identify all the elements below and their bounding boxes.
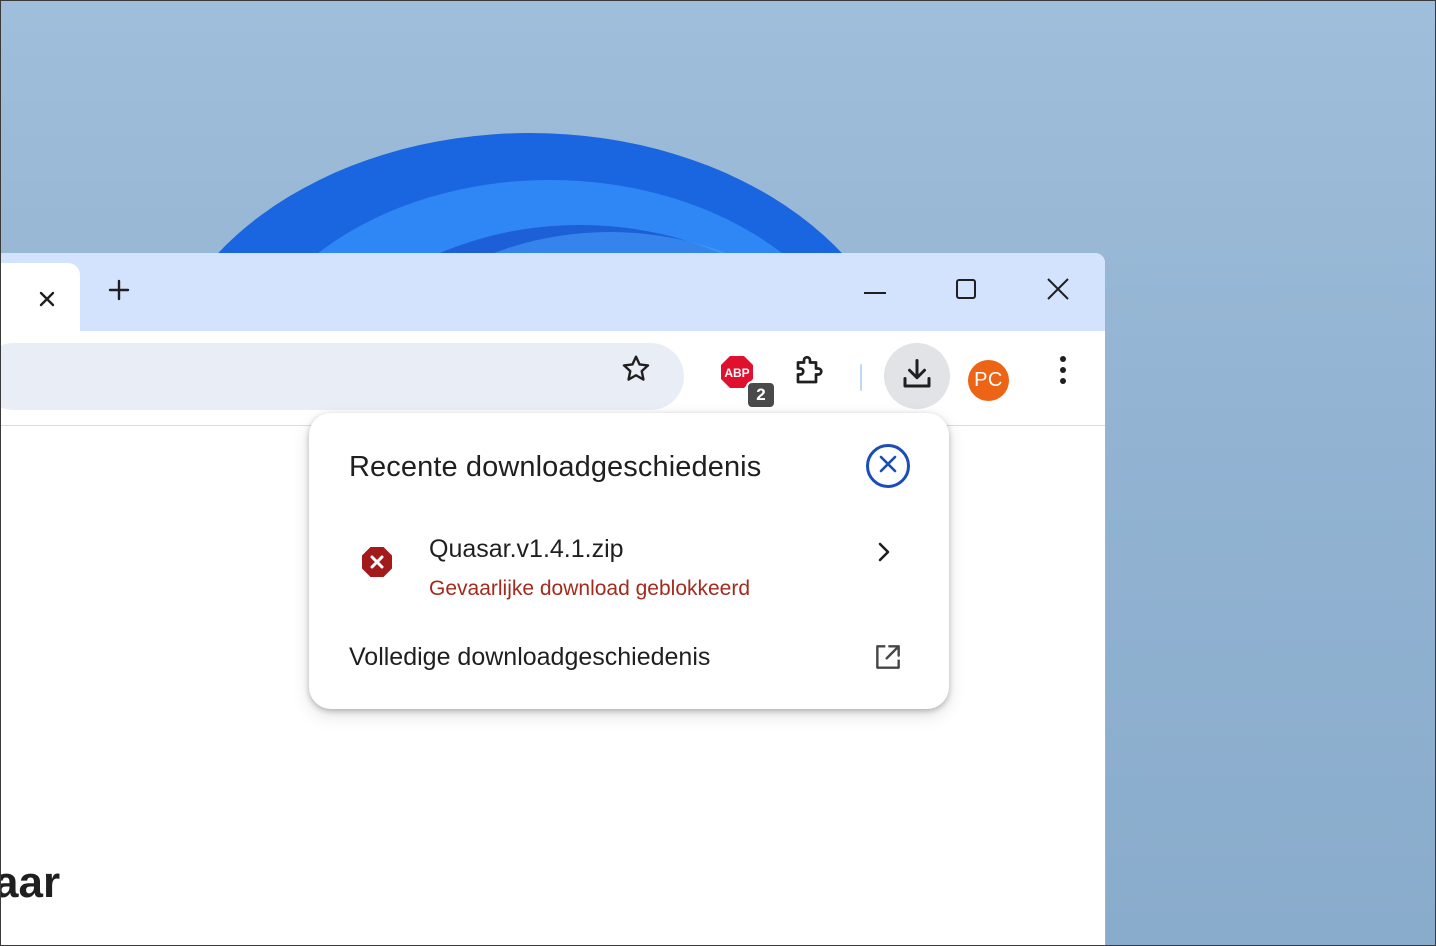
address-bar[interactable]	[0, 343, 684, 410]
window-close-button[interactable]	[1035, 275, 1081, 307]
toolbar: ABP 2 PC	[0, 331, 1105, 426]
download-icon	[899, 356, 935, 397]
adblock-button[interactable]: ABP 2	[710, 345, 776, 409]
more-vert-icon	[1059, 355, 1067, 390]
popup-title: Recente downloadgeschiedenis	[349, 451, 762, 483]
full-history-link[interactable]: Volledige downloadgeschiedenis	[309, 635, 949, 685]
chevron-right-icon[interactable]	[869, 537, 899, 567]
full-history-label: Volledige downloadgeschiedenis	[349, 643, 711, 671]
plus-icon	[108, 279, 130, 306]
maximize-icon	[955, 278, 977, 305]
download-item[interactable]: Quasar.v1.4.1.zip Gevaarlijke download g…	[309, 521, 949, 621]
close-icon[interactable]	[33, 285, 61, 313]
star-icon	[620, 353, 652, 390]
maximize-button[interactable]	[943, 275, 989, 307]
popup-close-button[interactable]	[866, 444, 910, 488]
blocked-download-icon	[361, 546, 393, 578]
new-tab-button[interactable]	[102, 275, 136, 309]
open-in-new-icon	[871, 640, 905, 674]
minimize-button[interactable]	[852, 275, 898, 307]
close-icon	[1046, 277, 1070, 306]
svg-text:ABP: ABP	[724, 366, 749, 380]
download-status: Gevaarlijke download geblokkeerd	[429, 577, 751, 600]
toolbar-separator	[860, 364, 862, 391]
tab-active[interactable]	[0, 263, 80, 331]
minimize-icon	[863, 282, 887, 300]
download-filename: Quasar.v1.4.1.zip	[429, 535, 624, 563]
adblock-badge: 2	[746, 381, 776, 409]
adblock-plus-icon: ABP 2	[720, 355, 776, 409]
puzzle-icon	[792, 352, 828, 393]
extensions-button[interactable]	[783, 345, 837, 399]
profile-avatar[interactable]: PC	[968, 360, 1009, 401]
bookmark-button[interactable]	[614, 349, 658, 393]
tab-strip	[0, 253, 1105, 331]
circle-close-icon	[878, 454, 898, 479]
downloads-button[interactable]	[884, 343, 950, 409]
page-heading: aar	[0, 858, 61, 907]
browser-menu-button[interactable]	[1036, 345, 1090, 399]
downloads-popup: Recente downloadgeschiedenis Quasar.v1.4…	[309, 413, 949, 709]
